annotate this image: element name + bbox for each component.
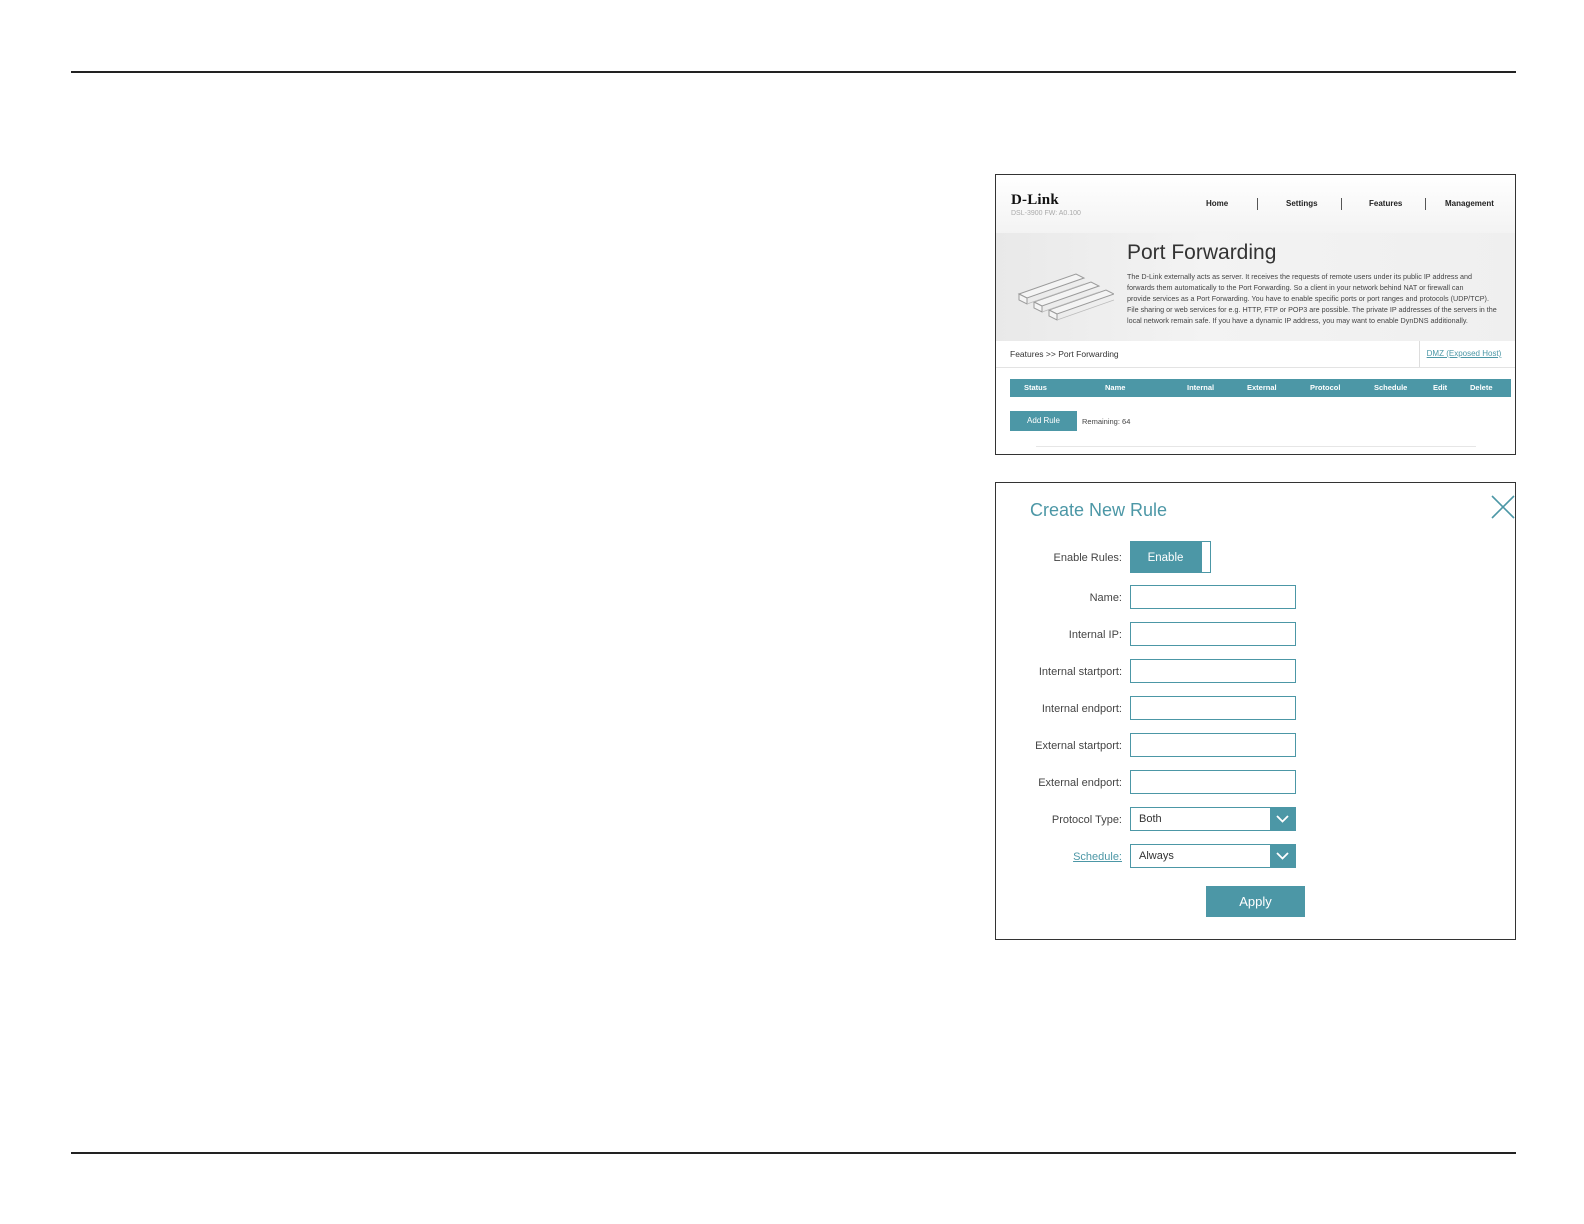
rules-table-header: Status Name Internal External Protocol S… [1010, 379, 1511, 397]
enable-rules-label: Enable Rules: [1053, 552, 1123, 564]
toggle-enable-label: Enable [1130, 541, 1201, 573]
internal-ip-input[interactable] [1130, 622, 1296, 646]
description-line: local network remain safe. If you have a… [1127, 316, 1468, 325]
model-label: DSL-3900 FW: A0.100 [1011, 210, 1081, 217]
page-title: Port Forwarding [1127, 241, 1277, 264]
toggle-knob [1201, 541, 1211, 573]
external-startport-label: External startport: [1035, 740, 1122, 752]
router-header: D-Link DSL-3900 FW: A0.100 Home Settings… [996, 175, 1515, 234]
remaining-count: Remaining: 64 [1082, 417, 1131, 426]
description-line: provide services as a Port Forwarding. Y… [1127, 294, 1489, 303]
page-description: The D-Link externally acts as server. It… [1127, 271, 1513, 326]
dlink-logo: D-Link [1011, 192, 1059, 208]
internal-endport-label: Internal endport: [1041, 703, 1122, 715]
chevron-down-icon[interactable] [1270, 808, 1295, 830]
nav-separator [1341, 198, 1342, 210]
enable-rules-toggle[interactable]: Enable [1130, 541, 1212, 573]
schedule-link[interactable]: Schedule: [1073, 851, 1122, 863]
nav-features[interactable]: Features [1369, 199, 1402, 208]
column-internal: Internal [1187, 383, 1215, 392]
breadcrumb-bar: Features >> Port Forwarding DMZ (Exposed… [996, 341, 1515, 368]
description-line: File sharing or web services for e.g. HT… [1127, 305, 1497, 314]
create-new-rule-screenshot: Create New Rule Enable Rules: Enable Nam… [995, 482, 1516, 940]
internal-ip-label: Internal IP: [1068, 629, 1122, 641]
add-rule-button[interactable]: Add Rule [1010, 411, 1077, 431]
schedule-value: Always [1139, 850, 1174, 862]
nav-settings[interactable]: Settings [1286, 199, 1318, 208]
external-endport-label: External endport: [1038, 777, 1122, 789]
feature-banner: Port Forwarding The D-Link externally ac… [996, 233, 1515, 341]
name-label: Name: [1089, 592, 1122, 604]
name-input[interactable] [1130, 585, 1296, 609]
protocol-type-label: Protocol Type: [1051, 814, 1122, 826]
chevron-down-icon[interactable] [1270, 845, 1295, 867]
column-name: Name [1105, 383, 1126, 392]
close-icon[interactable] [1489, 493, 1515, 519]
port-forwarding-illustration-icon [1017, 273, 1114, 321]
footer-divider [1036, 446, 1476, 447]
internal-startport-input[interactable] [1130, 659, 1296, 683]
port-forwarding-screenshot: D-Link DSL-3900 FW: A0.100 Home Settings… [995, 174, 1516, 455]
schedule-select[interactable]: Always [1130, 844, 1296, 868]
protocol-type-value: Both [1139, 813, 1162, 825]
dmz-link[interactable]: DMZ (Exposed Host) [1419, 341, 1508, 367]
breadcrumb: Features >> Port Forwarding [1010, 349, 1119, 359]
nav-separator [1425, 198, 1426, 210]
column-edit: Edit [1433, 383, 1448, 392]
column-external: External [1247, 383, 1277, 392]
column-delete: Delete [1470, 383, 1493, 392]
apply-button[interactable]: Apply [1206, 886, 1305, 917]
column-schedule: Schedule [1374, 383, 1408, 392]
internal-endport-input[interactable] [1130, 696, 1296, 720]
external-startport-input[interactable] [1130, 733, 1296, 757]
description-line: forwards them automatically to the Port … [1127, 283, 1464, 292]
top-divider [71, 71, 1516, 73]
column-status: Status [1024, 383, 1047, 392]
nav-separator [1257, 198, 1258, 210]
nav-home[interactable]: Home [1206, 199, 1228, 208]
dialog-title: Create New Rule [1030, 500, 1168, 520]
description-line: The D-Link externally acts as server. It… [1127, 272, 1473, 281]
protocol-type-select[interactable]: Both [1130, 807, 1296, 831]
column-protocol: Protocol [1310, 383, 1341, 392]
external-endport-input[interactable] [1130, 770, 1296, 794]
bottom-divider [71, 1152, 1516, 1154]
nav-management[interactable]: Management [1445, 199, 1494, 208]
internal-startport-label: Internal startport: [1038, 666, 1122, 678]
